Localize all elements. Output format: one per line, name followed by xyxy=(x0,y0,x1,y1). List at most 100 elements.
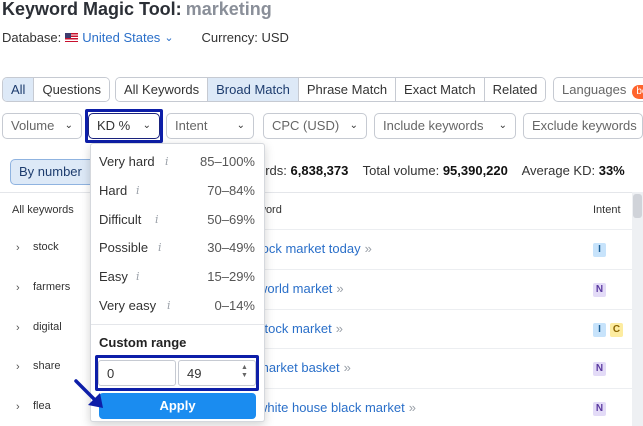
volume-filter[interactable]: Volume ⌄ xyxy=(2,113,82,139)
apply-button[interactable]: Apply xyxy=(99,393,256,419)
info-icon[interactable]: i xyxy=(136,184,140,197)
kd-filter[interactable]: KD % ⌄ xyxy=(88,113,160,139)
intent-badge: I xyxy=(593,323,606,337)
group-label: digital xyxy=(33,321,62,333)
info-icon[interactable]: i xyxy=(158,241,162,254)
intent-badge: N xyxy=(593,362,606,376)
kd-option-label: Difficult xyxy=(99,212,142,227)
kd-option-range: 50–69% xyxy=(207,212,255,227)
kd-option-label: Very easy xyxy=(99,298,157,313)
chevron-right-icon: › xyxy=(16,361,20,373)
kd-option-difficult[interactable]: Difficult i 50–69% xyxy=(91,205,264,233)
intent-filter[interactable]: Intent ⌄ xyxy=(166,113,254,139)
chevron-right-icon: › xyxy=(16,322,20,334)
tab-questions[interactable]: Questions xyxy=(34,78,109,101)
group-label: share xyxy=(33,360,61,372)
group-label: farmers xyxy=(33,281,71,293)
kd-min-input[interactable] xyxy=(98,360,176,386)
info-icon[interactable]: i xyxy=(167,299,171,312)
cpc-filter[interactable]: CPC (USD) ⌄ xyxy=(263,113,367,139)
kd-filter-label: KD % xyxy=(97,118,131,133)
seed-keyword: marketing xyxy=(185,0,272,19)
scrollbar-track[interactable] xyxy=(632,192,643,426)
database-selector[interactable]: United States xyxy=(82,30,160,45)
tab-all[interactable]: All xyxy=(3,78,35,101)
chevron-right-icon: › xyxy=(16,242,20,254)
double-chevron-icon[interactable]: » xyxy=(409,400,416,415)
kd-option-range: 0–14% xyxy=(214,298,255,313)
group-label: stock xyxy=(33,241,59,253)
group-by-number-button[interactable]: By number xyxy=(10,159,102,185)
intent-header[interactable]: Intent xyxy=(593,204,621,216)
currency-label: Currency: USD xyxy=(201,30,289,45)
cpc-filter-label: CPC (USD) xyxy=(272,118,340,133)
intent-badge: N xyxy=(593,283,606,297)
volume-label: Total volume: xyxy=(362,163,440,178)
kd-option-label: Very hard xyxy=(99,154,155,169)
intent-badge: C xyxy=(610,323,623,337)
keyword-link[interactable]: market basket xyxy=(258,360,340,375)
chevron-down-icon[interactable]: ⌄ xyxy=(164,31,173,44)
kd-option-very-hard[interactable]: Very hard i 85–100% xyxy=(91,147,264,175)
info-icon[interactable]: i xyxy=(155,213,159,226)
all-keywords-header: All keywords xyxy=(12,204,74,216)
include-keywords-filter[interactable]: Include keywords ⌄ xyxy=(374,113,516,139)
beta-badge: beta xyxy=(632,85,643,99)
page-title: Keyword Magic Tool: marketing xyxy=(2,0,272,20)
tab-exact-match[interactable]: Exact Match xyxy=(396,78,485,101)
kd-option-label: Possible xyxy=(99,240,149,255)
table-row: stock market » I C xyxy=(258,309,632,349)
keyword-link[interactable]: white house black market xyxy=(258,400,405,415)
exclude-keywords-filter[interactable]: Exclude keywords xyxy=(523,113,643,139)
kd-option-range: 85–100% xyxy=(200,154,255,169)
group-item-stock[interactable]: › stock xyxy=(0,229,90,269)
intent-badge: N xyxy=(593,402,606,416)
languages-button[interactable]: Languages beta xyxy=(553,77,643,102)
chevron-right-icon: › xyxy=(16,401,20,413)
tool-title: Keyword Magic Tool: xyxy=(2,0,182,19)
chevron-down-icon: ⌄ xyxy=(64,120,73,131)
double-chevron-icon[interactable]: » xyxy=(336,321,343,336)
double-chevron-icon[interactable]: » xyxy=(365,241,372,256)
kd-option-hard[interactable]: Hard i 70–84% xyxy=(91,176,264,204)
kd-option-easy[interactable]: Easy i 15–29% xyxy=(91,262,264,290)
kd-label: Average KD: xyxy=(521,163,596,178)
tab-broad-match[interactable]: Broad Match xyxy=(208,78,299,101)
kd-option-label: Hard xyxy=(99,183,128,198)
double-chevron-icon[interactable]: » xyxy=(344,360,351,375)
tab-phrase-match[interactable]: Phrase Match xyxy=(298,78,397,101)
group-item-digital[interactable]: › digital xyxy=(0,309,90,349)
table-row: tock market today » I xyxy=(258,229,632,269)
us-flag-icon xyxy=(65,33,79,42)
languages-label: Languages xyxy=(562,82,627,97)
tab-all-keywords[interactable]: All Keywords xyxy=(116,78,209,101)
keyword-link[interactable]: tock market today xyxy=(258,241,361,256)
double-chevron-icon[interactable]: » xyxy=(336,281,343,296)
number-stepper-icon[interactable]: ▲ ▼ xyxy=(241,364,248,380)
arrow-pointer-icon xyxy=(74,379,103,408)
kd-option-very-easy[interactable]: Very easy i 0–14% xyxy=(91,291,264,319)
chevron-down-icon: ⌄ xyxy=(498,120,507,131)
words-count: 6,838,373 xyxy=(290,163,349,178)
info-icon[interactable]: i xyxy=(165,155,169,168)
question-tabs: All Questions xyxy=(2,77,110,102)
kd-option-range: 70–84% xyxy=(207,183,255,198)
intent-filter-label: Intent xyxy=(175,118,208,133)
keyword-link[interactable]: stock market xyxy=(258,321,332,336)
scrollbar-thumb[interactable] xyxy=(633,194,642,218)
volume-filter-label: Volume xyxy=(11,118,55,133)
group-label: flea xyxy=(33,400,51,412)
info-icon[interactable]: i xyxy=(136,270,140,283)
match-tabs: All Keywords Broad Match Phrase Match Ex… xyxy=(115,77,547,102)
kd-option-possible[interactable]: Possible i 30–49% xyxy=(91,233,264,261)
total-volume: 95,390,220 xyxy=(442,163,508,178)
table-row: white house black market » N xyxy=(258,388,632,426)
dropdown-divider xyxy=(91,324,264,325)
chevron-down-icon: ⌄ xyxy=(236,120,245,131)
summary-stats: ords: 6,838,373 Total volume: 95,390,220… xyxy=(258,163,625,178)
keyword-link[interactable]: world market xyxy=(258,281,332,296)
intent-badge: I xyxy=(593,243,606,257)
database-label: Database: xyxy=(2,30,62,45)
tab-related[interactable]: Related xyxy=(484,78,546,101)
group-item-farmers[interactable]: › farmers xyxy=(0,269,90,309)
